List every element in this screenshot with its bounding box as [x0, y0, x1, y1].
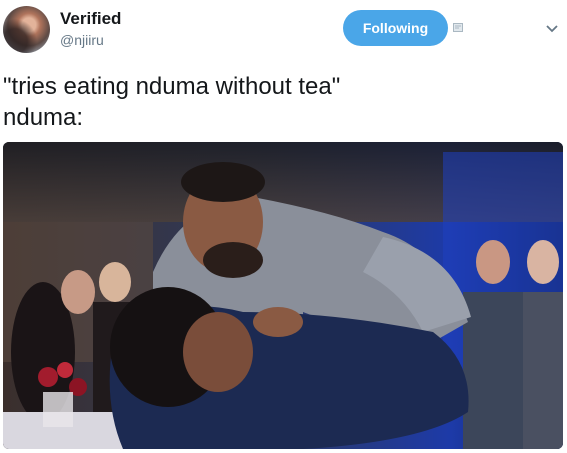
photo-illustration	[3, 142, 563, 449]
tweet-photo[interactable]	[3, 142, 563, 449]
avatar[interactable]	[3, 6, 50, 53]
tweet-text: "tries eating nduma without tea" nduma:	[3, 73, 341, 131]
direct-message-icon[interactable]	[453, 23, 463, 32]
chevron-down-icon[interactable]	[546, 25, 558, 33]
user-handle[interactable]: @njiiru	[60, 32, 104, 48]
display-name[interactable]: Verified	[60, 9, 121, 29]
following-button[interactable]: Following	[343, 10, 448, 46]
